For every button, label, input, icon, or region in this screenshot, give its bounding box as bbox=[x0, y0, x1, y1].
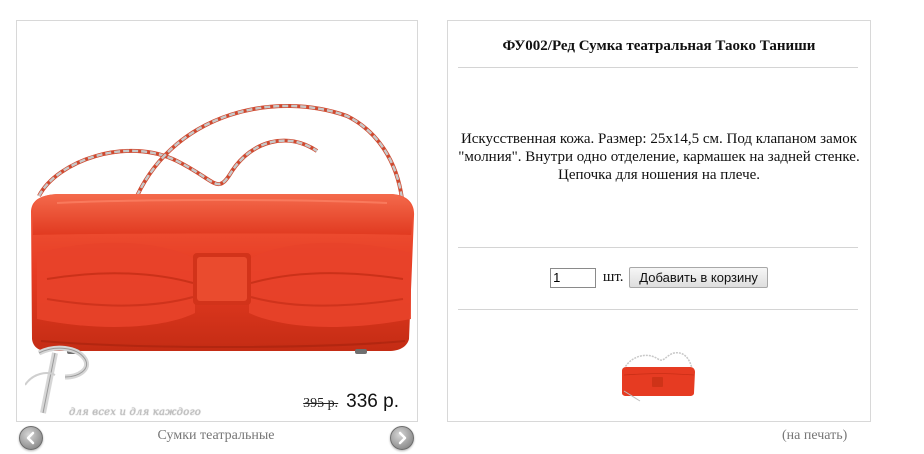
price-block: 395 р. 336 р. bbox=[303, 391, 399, 413]
add-to-cart-row: шт. Добавить в корзину bbox=[448, 267, 870, 288]
product-title: ФУ002/Ред Сумка театральная Таоко Таниши bbox=[502, 38, 816, 54]
watermark-tagline: для всех и для каждого bbox=[69, 407, 201, 418]
add-to-cart-button[interactable]: Добавить в корзину bbox=[629, 267, 768, 288]
divider bbox=[458, 247, 858, 248]
chevron-right-icon bbox=[398, 431, 407, 445]
red-bow-clutch-bag-thumbnail[interactable] bbox=[618, 339, 698, 403]
category-link[interactable]: Сумки театральные bbox=[60, 428, 372, 444]
next-product-button[interactable] bbox=[390, 426, 414, 450]
chevron-left-icon bbox=[26, 431, 35, 445]
divider bbox=[458, 309, 858, 310]
previous-product-button[interactable] bbox=[19, 426, 43, 450]
new-price: 336 р. bbox=[346, 391, 399, 412]
print-link[interactable]: (на печать) bbox=[782, 428, 847, 444]
product-photo-panel: для всех и для каждого 395 р. 336 р. bbox=[16, 20, 418, 422]
old-price: 395 р. bbox=[303, 396, 339, 411]
product-info-panel: ФУ002/Ред Сумка театральная Таоко Таниши… bbox=[447, 20, 871, 422]
divider bbox=[458, 67, 858, 68]
quantity-unit: шт. bbox=[602, 269, 624, 285]
product-description: Искусственная кожа. Размер: 25x14,5 см. … bbox=[458, 131, 860, 183]
quantity-input[interactable] bbox=[550, 267, 597, 288]
